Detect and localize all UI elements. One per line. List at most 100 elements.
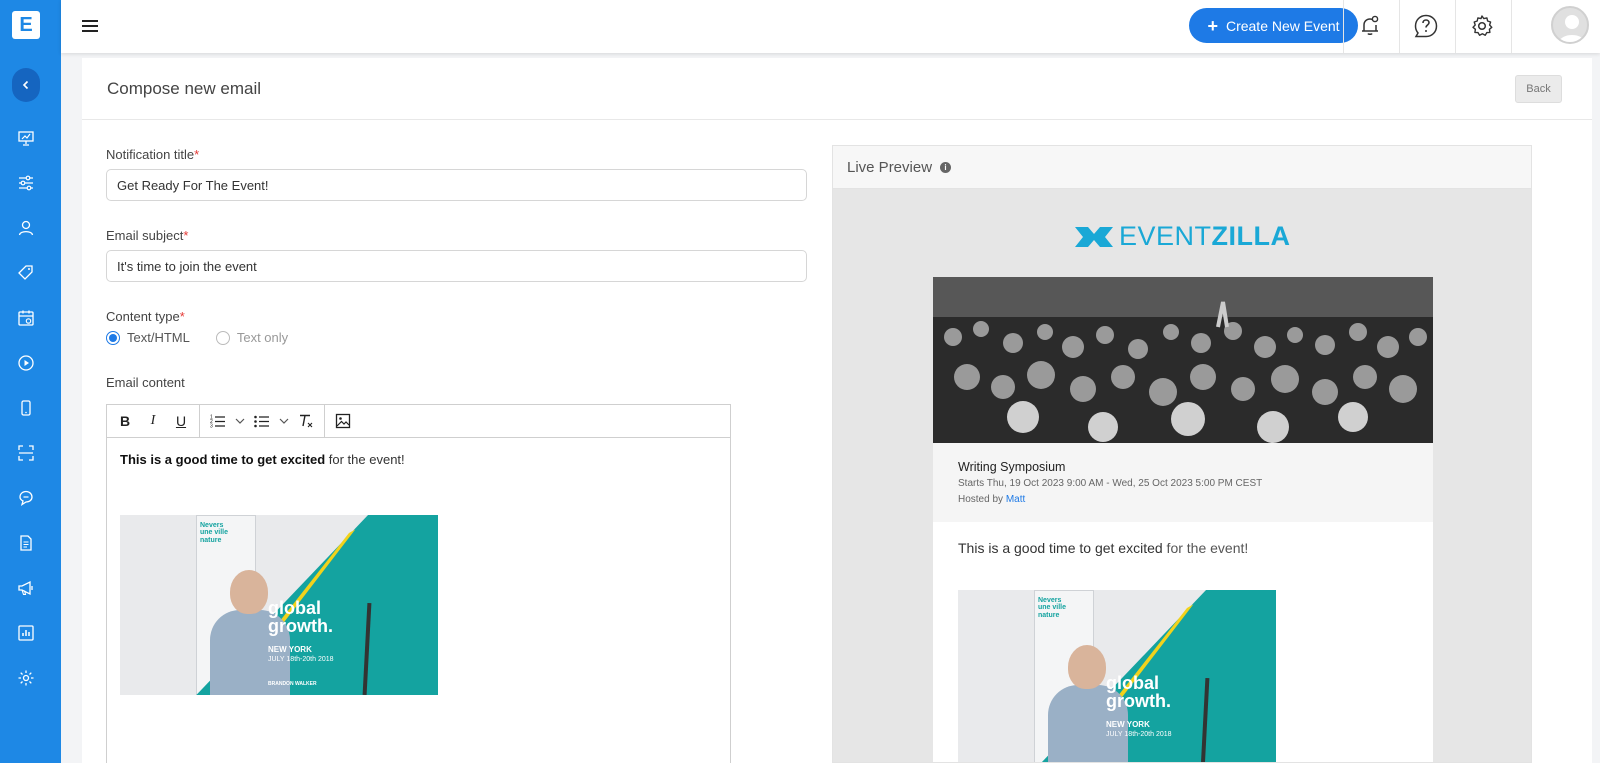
radio-text-html[interactable]: Text/HTML [106,330,190,345]
live-preview-panel: Live Preview i EVENTZILLA Writing Sympos… [832,145,1532,763]
poster-tagline-line: nature [1038,611,1060,619]
sidebar-item-dashboard[interactable] [16,128,36,148]
help-circle-icon [1414,14,1438,38]
poster-speaker: BRANDON WALKER [268,681,317,687]
hosted-by-prefix: Hosted by [958,494,1006,505]
host-link[interactable]: Matt [1006,494,1025,505]
sidebar: E [0,0,61,763]
user-avatar[interactable] [1551,6,1589,44]
sidebar-item-analytics[interactable] [16,623,36,643]
topbar-divider [1511,0,1512,53]
email-subject-input[interactable] [106,250,807,282]
help-button[interactable] [1413,13,1439,39]
content-type-radio-group: Text/HTML Text only [106,330,288,345]
preview-poster-image: Nevers une ville nature global growth. N… [958,590,1276,762]
poster-headline: global growth. [268,599,333,635]
clear-format-icon [300,414,313,428]
card-header: Compose new email Back [82,58,1592,120]
sidebar-item-settings[interactable] [16,668,36,688]
plus-icon: + [1207,15,1218,36]
italic-button[interactable]: I [141,409,165,433]
settings-button[interactable] [1469,13,1495,39]
svg-text:3: 3 [210,424,213,429]
app-logo[interactable]: E [12,11,40,39]
format-group: B I U [107,404,200,438]
radio-dot [215,330,230,345]
notifications-button[interactable] [1357,13,1383,39]
content-type-label: Content type* [106,309,185,324]
eventzilla-logo-mark-icon [1075,226,1113,247]
notification-title-input[interactable] [106,169,807,201]
tag-icon [18,265,33,280]
poster-tagline: Nevers une ville nature [200,522,228,544]
radio-text-only-label: Text only [236,330,289,345]
sidebar-item-calendar[interactable] [16,308,36,328]
sidebar-collapse-button[interactable] [12,68,40,102]
ordered-list-dropdown[interactable] [234,409,246,433]
underline-icon: U [175,413,187,429]
sidebar-item-communications[interactable] [16,488,36,508]
sidebar-item-attendees[interactable] [16,218,36,238]
event-banner-photo [933,277,1433,443]
back-button[interactable]: Back [1515,75,1562,103]
poster-headline: global growth. [1106,674,1171,710]
bell-icon [1362,15,1379,35]
content-type-label-text: Content type [106,309,180,324]
scan-icon [18,445,34,461]
image-icon [335,413,351,429]
ordered-list-button[interactable]: 123 [206,409,230,433]
create-new-event-label: Create New Event [1225,17,1340,34]
topbar-divider [1399,0,1400,53]
megaphone-icon [18,580,33,596]
radio-dot [106,330,120,345]
bullet-list-button[interactable] [250,409,274,433]
poster-city: NEW YORK [1106,720,1150,729]
email-subject-label-text: Email subject [106,228,184,243]
italic-icon: I [150,413,156,428]
email-message-rest: for the event! [1162,540,1249,556]
email-message: This is a good time to get excited for t… [933,522,1433,574]
eventzilla-wordmark: EVENTZILLA [1119,221,1291,252]
email-subject-label: Email subject* [106,228,188,243]
sidebar-item-media[interactable] [16,353,36,373]
sidebar-item-marketing[interactable] [16,578,36,598]
poster-headline-line: global [268,598,321,618]
editor-paragraph: This is a good time to get excited for t… [120,452,717,467]
insert-group [325,405,361,438]
sidebar-item-tickets[interactable] [16,263,36,283]
poster-dates: JULY 18th-20th 2018 [1106,731,1172,738]
insert-image-button[interactable] [331,409,355,433]
notification-title-label: Notification title* [106,147,199,162]
compose-email-card: Compose new email Back Notification titl… [82,58,1592,763]
underline-button[interactable]: U [169,409,193,433]
crowd-photo-image [933,277,1433,443]
clear-format-button[interactable] [294,409,318,433]
editor-inserted-image[interactable]: Nevers une ville nature global growth. N… [120,515,438,695]
create-new-event-button[interactable]: + Create New Event [1189,8,1358,43]
info-icon[interactable]: i [940,161,952,173]
menu-toggle-button[interactable] [79,15,101,37]
poster-tagline-line: une ville [1038,604,1067,612]
user-avatar-icon [1558,15,1586,42]
document-icon [20,535,32,551]
editor-content[interactable]: This is a good time to get excited for t… [107,438,730,481]
calendar-icon [18,310,34,326]
poster-tagline-line: Nevers [1038,597,1062,604]
bar-chart-icon [18,625,34,641]
radio-text-only[interactable]: Text only [215,330,289,345]
poster-tagline-line: Nevers [200,522,224,529]
list-group: 123 [200,404,325,438]
bold-icon: B [119,413,131,429]
sidebar-item-settings-sliders[interactable] [16,173,36,193]
editor-plain-text: for the event! [325,452,405,467]
bullet-list-dropdown[interactable] [278,409,290,433]
required-mark: * [183,228,189,243]
poster-tagline: Nevers une ville nature [1038,597,1066,619]
sidebar-item-reports[interactable] [16,533,36,553]
poster-headline-line: global [1106,673,1159,693]
bold-button[interactable]: B [113,409,137,433]
sidebar-item-check-in[interactable] [16,443,36,463]
poster-person-head [1068,645,1106,689]
chevron-down-icon [235,418,245,424]
sidebar-item-mobile[interactable] [16,398,36,418]
